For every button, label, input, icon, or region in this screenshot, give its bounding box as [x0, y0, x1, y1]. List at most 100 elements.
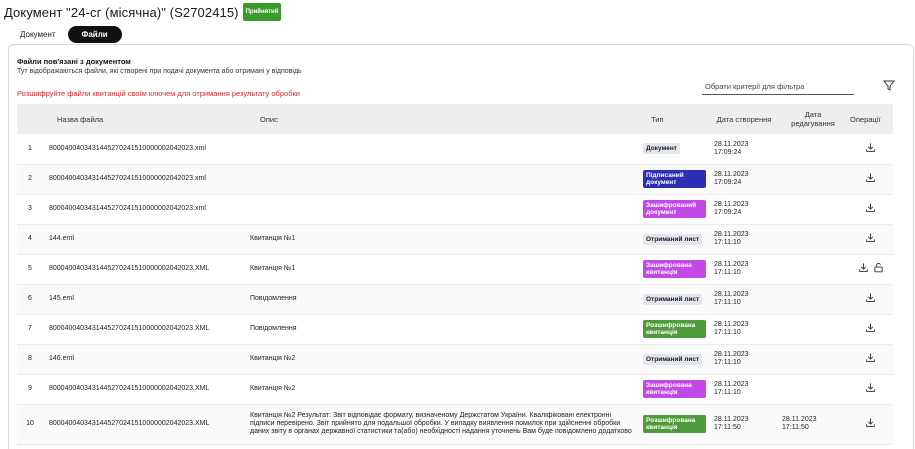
file-description-text: Квитанція №2 Результат: Звіт відповідає … [250, 412, 632, 435]
file-name-text: 145.eml [49, 295, 74, 302]
operations-cell [848, 194, 893, 225]
file-name: 8000400403431445270241510000002042023.XM… [45, 314, 246, 345]
tab-bar: Документ Файли [8, 26, 122, 43]
col-header-desc: Опис [246, 104, 639, 134]
edited-date [778, 314, 848, 345]
file-name-text: 8000400403431445270241510000002042023.XM… [49, 325, 210, 332]
filter-input[interactable]: Обрати критерії для фільтра [702, 78, 854, 95]
operations [858, 262, 884, 276]
edited-date [778, 284, 848, 315]
operations-cell [848, 404, 893, 445]
edited-date [778, 374, 848, 405]
header: Документ "24-сг (місячна)" (S2702415) Пр… [4, 2, 282, 22]
created-date: 28.11.2023 17:11:10 [710, 344, 778, 375]
operations [865, 202, 876, 216]
col-header-created[interactable]: Дата створення [710, 104, 778, 134]
file-description: Квитанція №2 [246, 374, 639, 405]
download-icon[interactable] [865, 417, 876, 431]
created-date: 28.11.2023 17:11:10 [710, 374, 778, 405]
created-date: 28.11.2023 17:09:24 [710, 134, 778, 165]
file-name-text: 146.eml [49, 355, 74, 362]
type-badge: Зашифрована квитанція [643, 380, 706, 398]
download-icon[interactable] [865, 142, 876, 156]
edited-date [778, 164, 848, 195]
file-description [246, 134, 639, 165]
row-number: 8 [17, 344, 45, 375]
type-badge: Підписаний документ [643, 170, 706, 188]
row-number: 2 [17, 164, 45, 195]
file-description: Квитанція №1 [246, 254, 639, 285]
operations [865, 172, 876, 186]
row-number: 7 [17, 314, 45, 345]
download-icon[interactable] [865, 202, 876, 216]
col-header-type: Тип [639, 104, 710, 134]
file-name-text: 8000400403431445270241510000002042023.XM… [49, 385, 210, 392]
download-icon[interactable] [865, 292, 876, 306]
operations-cell [848, 344, 893, 375]
row-number: 3 [17, 194, 45, 225]
file-description: Повідомлення [246, 314, 639, 345]
operations [865, 382, 876, 396]
file-name: 145.eml [45, 284, 246, 315]
tab-document[interactable]: Документ [8, 26, 68, 43]
type-badge: Розшифрована квитанція [643, 320, 706, 338]
file-type: Документ [639, 134, 710, 165]
file-type: Зашифрована квитанція [639, 374, 710, 405]
file-type: Розшифрована квитанція [639, 314, 710, 345]
files-table: Назва файла Опис Тип Дата створення Дата… [17, 104, 893, 445]
file-description-text: Квитанція №2 [250, 355, 296, 362]
file-name: 8000400403431445270241510000002042023.XM… [45, 254, 246, 285]
table-row: 6 145.eml Повідомлення Отриманий лист 28.11.… [17, 284, 893, 315]
col-header-desc-label: Опис [260, 114, 278, 124]
col-header-ops: Операції [848, 104, 893, 134]
table-row: 8 146.eml Квитанція №2 Отриманий лист 28.11.… [17, 344, 893, 375]
status-badge: Прийнятий [242, 3, 282, 21]
file-name: 8000400403431445270241510000002042023.xm… [45, 194, 246, 225]
operations [865, 292, 876, 306]
download-icon[interactable] [858, 262, 869, 276]
file-description-text: Повідомлення [250, 325, 297, 332]
type-badge: Отриманий лист [643, 233, 703, 245]
row-number: 6 [17, 284, 45, 315]
type-badge: Документ [643, 143, 680, 155]
table-row: 1 8000400403431445270241510000002042023.x… [17, 134, 893, 165]
file-description-text: Квитанція №1 [250, 235, 296, 242]
operations-cell [848, 224, 893, 255]
download-icon[interactable] [865, 382, 876, 396]
created-date: 28.11.2023 17:11:10 [710, 224, 778, 255]
section-title: Файли пов'язані з документом [17, 57, 131, 66]
tab-files[interactable]: Файли [67, 26, 122, 43]
download-icon[interactable] [865, 232, 876, 246]
operations [865, 417, 876, 431]
file-name: 8000400403431445270241510000002042023.xm… [45, 134, 246, 165]
created-date: 28.11.2023 17:11:10 [710, 254, 778, 285]
file-description: Квитанція №2 [246, 344, 639, 375]
unlock-icon[interactable] [873, 262, 884, 276]
filter-icon[interactable] [882, 78, 896, 92]
download-icon[interactable] [865, 352, 876, 366]
table-row: 2 8000400403431445270241510000002042023.x… [17, 164, 893, 195]
download-icon[interactable] [865, 322, 876, 336]
operations-cell [848, 284, 893, 315]
table-row: 5 8000400403431445270241510000002042023.X… [17, 254, 893, 285]
file-description [246, 194, 639, 225]
col-header-name[interactable]: Назва файла [45, 104, 246, 134]
type-badge: Розшифрована квитанція [643, 415, 706, 433]
edited-date [778, 194, 848, 225]
table-row: 9 8000400403431445270241510000002042023.X… [17, 374, 893, 405]
file-name: 8000400403431445270241510000002042023.XM… [45, 374, 246, 405]
type-badge: Зашифрований документ [643, 200, 706, 218]
operations [865, 352, 876, 366]
file-description-text: Квитанція №1 [250, 265, 296, 272]
table-row: 4 144.eml Квитанція №1 Отриманий лист 28.11.… [17, 224, 893, 255]
file-description: Квитанція №2 Результат: Звіт відповідає … [246, 404, 639, 445]
row-number: 5 [17, 254, 45, 285]
file-type: Отриманий лист [639, 344, 710, 375]
col-header-edited[interactable]: Дата редагування [778, 104, 848, 134]
type-badge: Отриманий лист [643, 353, 703, 365]
download-icon[interactable] [865, 172, 876, 186]
section-subtitle: Тут відображаються файли, які створені п… [17, 68, 302, 75]
row-number: 1 [17, 134, 45, 165]
edited-date: 28.11.2023 17:11:50 [778, 404, 848, 445]
file-name-text: 8000400403431445270241510000002042023.xm… [49, 205, 206, 212]
